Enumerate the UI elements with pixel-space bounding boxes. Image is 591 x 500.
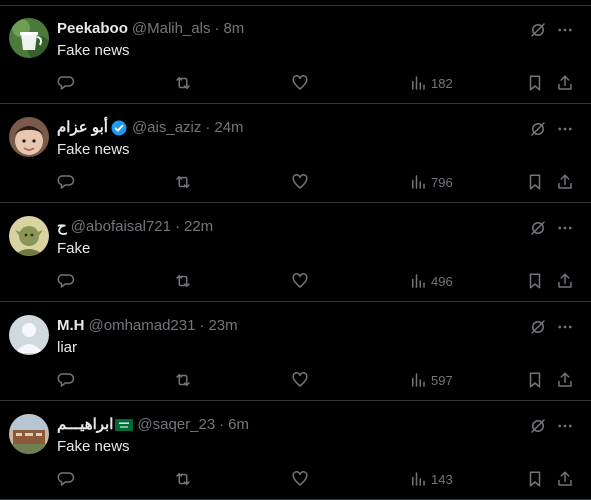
timestamp[interactable]: 23m xyxy=(208,316,237,336)
views-count: 143 xyxy=(431,471,453,487)
more-icon[interactable] xyxy=(555,119,575,139)
tweet-item[interactable]: ح @abofaisal721 · 22m Fake 496 xyxy=(0,204,591,302)
timestamp[interactable]: 24m xyxy=(214,118,243,138)
display-name[interactable]: أبو عزام xyxy=(57,118,108,138)
avatar[interactable] xyxy=(9,414,49,454)
share-icon[interactable] xyxy=(556,73,574,93)
bookmark-icon[interactable] xyxy=(526,172,544,192)
reply-icon[interactable] xyxy=(57,172,75,192)
bookmark-icon[interactable] xyxy=(526,370,544,390)
display-name[interactable]: Peekaboo xyxy=(57,19,128,39)
avatar[interactable] xyxy=(9,315,49,355)
views-icon xyxy=(412,373,425,387)
views-button[interactable]: 796 xyxy=(409,172,453,192)
views-count: 496 xyxy=(431,273,453,289)
share-icon[interactable] xyxy=(556,172,574,192)
tweet-item[interactable]: أبو عزام @ais_aziz · 24m Fake news 796 xyxy=(0,105,591,203)
heart-icon[interactable] xyxy=(291,73,309,93)
grok-icon[interactable] xyxy=(528,416,548,436)
share-icon[interactable] xyxy=(556,469,574,489)
separator-dot: · xyxy=(214,20,220,37)
avatar[interactable] xyxy=(9,117,49,157)
verified-badge-icon xyxy=(110,119,128,137)
heart-icon[interactable] xyxy=(291,469,309,489)
views-count: 182 xyxy=(431,75,453,91)
timestamp[interactable]: 8m xyxy=(223,19,244,39)
user-handle[interactable]: @Malih_als xyxy=(132,19,211,39)
views-button[interactable]: 496 xyxy=(409,271,453,291)
views-count: 597 xyxy=(431,372,453,388)
views-button[interactable]: 182 xyxy=(409,73,453,93)
display-name[interactable]: ح xyxy=(57,217,67,237)
views-count: 796 xyxy=(431,174,453,190)
separator-dot: · xyxy=(219,416,225,433)
tweet-actions: 143 xyxy=(0,469,591,489)
grok-icon[interactable] xyxy=(528,218,548,238)
user-handle[interactable]: @ais_aziz xyxy=(132,118,201,138)
bookmark-icon[interactable] xyxy=(526,469,544,489)
tweet-text: Fake news xyxy=(57,42,130,59)
reply-icon[interactable] xyxy=(57,73,75,93)
grok-icon[interactable] xyxy=(528,317,548,337)
avatar[interactable] xyxy=(9,216,49,256)
user-handle[interactable]: @omhamad231 xyxy=(89,316,196,336)
views-icon xyxy=(412,175,425,189)
share-icon[interactable] xyxy=(556,370,574,390)
reply-icon[interactable] xyxy=(57,271,75,291)
display-name[interactable]: M.H xyxy=(57,316,85,336)
views-icon xyxy=(412,76,425,90)
more-icon[interactable] xyxy=(555,20,575,40)
tweet-item[interactable]: Peekaboo @Malih_als · 8m Fake news 182 xyxy=(0,6,591,104)
more-icon[interactable] xyxy=(555,416,575,436)
share-icon[interactable] xyxy=(556,271,574,291)
tweet-text: liar xyxy=(57,339,78,356)
repost-icon[interactable] xyxy=(174,73,192,93)
tweet-text: Fake xyxy=(57,240,91,257)
tweet-item[interactable]: M.H @omhamad231 · 23m liar 597 xyxy=(0,303,591,401)
user-handle[interactable]: @saqer_23 xyxy=(137,415,215,435)
heart-icon[interactable] xyxy=(291,370,309,390)
timestamp[interactable]: 6m xyxy=(228,415,249,435)
separator-dot: · xyxy=(175,218,180,235)
tweet-actions: 182 xyxy=(0,73,591,93)
bookmark-icon[interactable] xyxy=(526,271,544,291)
tweet-actions: 496 xyxy=(0,271,591,291)
more-icon[interactable] xyxy=(555,317,575,337)
separator-dot: · xyxy=(205,119,211,136)
bookmark-icon[interactable] xyxy=(526,73,544,93)
tweet-actions: 597 xyxy=(0,370,591,390)
separator-dot: · xyxy=(199,317,205,334)
user-handle[interactable]: @abofaisal721 xyxy=(71,217,171,237)
repost-icon[interactable] xyxy=(174,469,192,489)
more-icon[interactable] xyxy=(555,218,575,238)
tweet-text: Fake news xyxy=(57,438,130,455)
views-button[interactable]: 143 xyxy=(409,469,453,489)
reply-icon[interactable] xyxy=(57,469,75,489)
timestamp[interactable]: 22m xyxy=(184,217,213,237)
grok-icon[interactable] xyxy=(528,119,548,139)
avatar[interactable] xyxy=(9,18,49,58)
tweet-text: Fake news xyxy=(57,141,130,158)
grok-icon[interactable] xyxy=(528,20,548,40)
repost-icon[interactable] xyxy=(174,271,192,291)
heart-icon[interactable] xyxy=(291,271,309,291)
heart-icon[interactable] xyxy=(291,172,309,192)
reply-icon[interactable] xyxy=(57,370,75,390)
display-name[interactable]: ابراهيـــم xyxy=(57,415,113,435)
repost-icon[interactable] xyxy=(174,172,192,192)
tweet-item[interactable]: ابراهيـــم @saqer_23 · 6m Fake news 143 xyxy=(0,402,591,500)
tweet-actions: 796 xyxy=(0,172,591,192)
saudi-flag-icon xyxy=(115,419,134,431)
views-icon xyxy=(412,472,425,486)
views-icon xyxy=(412,274,425,288)
views-button[interactable]: 597 xyxy=(409,370,453,390)
repost-icon[interactable] xyxy=(174,370,192,390)
